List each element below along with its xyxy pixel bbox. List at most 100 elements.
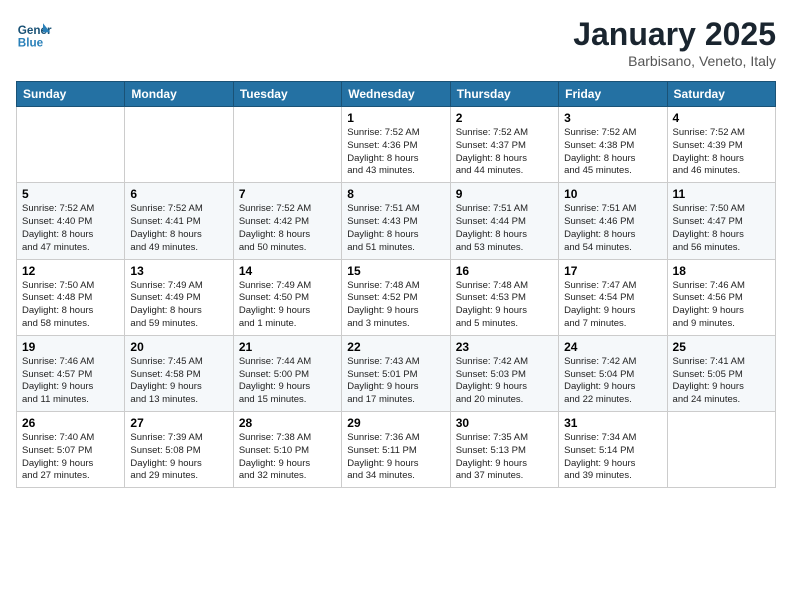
day-info: Sunrise: 7:49 AM Sunset: 4:50 PM Dayligh…	[239, 280, 336, 331]
week-row-3: 12Sunrise: 7:50 AM Sunset: 4:48 PM Dayli…	[17, 259, 776, 335]
svg-text:Blue: Blue	[18, 37, 44, 50]
day-cell: 15 Sunrise: 7:48 AM Sunset: 4:52 PM Dayli…	[342, 259, 450, 335]
day-number: 10	[564, 187, 661, 201]
day-cell: 7Sunrise: 7:52 AM Sunset: 4:42 PM Daylig…	[233, 183, 341, 259]
day-info: Sunrise: 7:52 AM Sunset: 4:40 PM Dayligh…	[22, 203, 119, 254]
day-cell: 1 Sunrise: 7:52 AM Sunset: 4:36 PM Daylig…	[342, 107, 450, 183]
day-cell	[125, 107, 233, 183]
day-number: 24	[564, 340, 661, 354]
day-cell: 6 Sunrise: 7:52 AM Sunset: 4:41 PM Daylig…	[125, 183, 233, 259]
weekday-header-tuesday: Tuesday	[233, 82, 341, 107]
day-cell: 10 Sunrise: 7:51 AM Sunset: 4:46 PM Dayli…	[559, 183, 667, 259]
day-number: 26	[22, 416, 119, 430]
day-info: Sunrise: 7:39 AM Sunset: 5:08 PM Dayligh…	[130, 432, 227, 483]
week-row-4: 19 Sunrise: 7:46 AM Sunset: 4:57 PM Dayli…	[17, 335, 776, 411]
weekday-header-row: SundayMondayTuesdayWednesdayThursdayFrid…	[17, 82, 776, 107]
day-number: 30	[456, 416, 553, 430]
weekday-header-monday: Monday	[125, 82, 233, 107]
weekday-header-friday: Friday	[559, 82, 667, 107]
day-cell: 28 Sunrise: 7:38 AM Sunset: 5:10 PM Dayli…	[233, 412, 341, 488]
day-cell: 13Sunrise: 7:49 AM Sunset: 4:49 PM Dayli…	[125, 259, 233, 335]
day-info: Sunrise: 7:51 AM Sunset: 4:44 PM Dayligh…	[456, 203, 553, 254]
day-info: Sunrise: 7:51 AM Sunset: 4:46 PM Dayligh…	[564, 203, 661, 254]
day-info: Sunrise: 7:47 AM Sunset: 4:54 PM Dayligh…	[564, 280, 661, 331]
day-cell: 23Sunrise: 7:42 AM Sunset: 5:03 PM Dayli…	[450, 335, 558, 411]
day-info: Sunrise: 7:52 AM Sunset: 4:42 PM Dayligh…	[239, 203, 336, 254]
weekday-header-sunday: Sunday	[17, 82, 125, 107]
day-cell: 8 Sunrise: 7:51 AM Sunset: 4:43 PM Daylig…	[342, 183, 450, 259]
day-cell: 19 Sunrise: 7:46 AM Sunset: 4:57 PM Dayli…	[17, 335, 125, 411]
day-number: 19	[22, 340, 119, 354]
day-number: 22	[347, 340, 444, 354]
day-cell: 4Sunrise: 7:52 AM Sunset: 4:39 PM Daylig…	[667, 107, 775, 183]
day-number: 18	[673, 264, 770, 278]
day-number: 28	[239, 416, 336, 430]
day-cell	[667, 412, 775, 488]
day-number: 27	[130, 416, 227, 430]
day-number: 25	[673, 340, 770, 354]
day-info: Sunrise: 7:34 AM Sunset: 5:14 PM Dayligh…	[564, 432, 661, 483]
day-number: 20	[130, 340, 227, 354]
day-number: 2	[456, 111, 553, 125]
day-info: Sunrise: 7:41 AM Sunset: 5:05 PM Dayligh…	[673, 356, 770, 407]
day-info: Sunrise: 7:35 AM Sunset: 5:13 PM Dayligh…	[456, 432, 553, 483]
month-title: January 2025	[573, 16, 776, 53]
day-number: 16	[456, 264, 553, 278]
location-subtitle: Barbisano, Veneto, Italy	[573, 53, 776, 69]
day-number: 8	[347, 187, 444, 201]
day-number: 3	[564, 111, 661, 125]
day-info: Sunrise: 7:49 AM Sunset: 4:49 PM Dayligh…	[130, 280, 227, 331]
header: General Blue January 2025 Barbisano, Ven…	[16, 16, 776, 69]
day-number: 1	[347, 111, 444, 125]
day-number: 6	[130, 187, 227, 201]
day-cell: 16Sunrise: 7:48 AM Sunset: 4:53 PM Dayli…	[450, 259, 558, 335]
week-row-2: 5Sunrise: 7:52 AM Sunset: 4:40 PM Daylig…	[17, 183, 776, 259]
day-number: 11	[673, 187, 770, 201]
logo-icon: General Blue	[16, 16, 52, 52]
day-info: Sunrise: 7:46 AM Sunset: 4:57 PM Dayligh…	[22, 356, 119, 407]
week-row-5: 26 Sunrise: 7:40 AM Sunset: 5:07 PM Dayli…	[17, 412, 776, 488]
week-row-1: 1 Sunrise: 7:52 AM Sunset: 4:36 PM Daylig…	[17, 107, 776, 183]
day-info: Sunrise: 7:46 AM Sunset: 4:56 PM Dayligh…	[673, 280, 770, 331]
day-number: 29	[347, 416, 444, 430]
weekday-header-thursday: Thursday	[450, 82, 558, 107]
weekday-header-wednesday: Wednesday	[342, 82, 450, 107]
day-number: 15	[347, 264, 444, 278]
weekday-header-saturday: Saturday	[667, 82, 775, 107]
day-number: 31	[564, 416, 661, 430]
day-info: Sunrise: 7:50 AM Sunset: 4:47 PM Dayligh…	[673, 203, 770, 254]
day-cell: 11 Sunrise: 7:50 AM Sunset: 4:47 PM Dayli…	[667, 183, 775, 259]
logo: General Blue	[16, 16, 52, 52]
day-info: Sunrise: 7:52 AM Sunset: 4:38 PM Dayligh…	[564, 127, 661, 178]
day-cell: 27 Sunrise: 7:39 AM Sunset: 5:08 PM Dayli…	[125, 412, 233, 488]
day-cell: 2 Sunrise: 7:52 AM Sunset: 4:37 PM Daylig…	[450, 107, 558, 183]
day-info: Sunrise: 7:45 AM Sunset: 4:58 PM Dayligh…	[130, 356, 227, 407]
day-number: 4	[673, 111, 770, 125]
day-cell: 26 Sunrise: 7:40 AM Sunset: 5:07 PM Dayli…	[17, 412, 125, 488]
title-block: January 2025 Barbisano, Veneto, Italy	[573, 16, 776, 69]
day-info: Sunrise: 7:38 AM Sunset: 5:10 PM Dayligh…	[239, 432, 336, 483]
day-number: 21	[239, 340, 336, 354]
day-info: Sunrise: 7:50 AM Sunset: 4:48 PM Dayligh…	[22, 280, 119, 331]
day-number: 17	[564, 264, 661, 278]
page: General Blue January 2025 Barbisano, Ven…	[0, 0, 792, 612]
day-info: Sunrise: 7:52 AM Sunset: 4:36 PM Dayligh…	[347, 127, 444, 178]
day-info: Sunrise: 7:48 AM Sunset: 4:52 PM Dayligh…	[347, 280, 444, 331]
day-info: Sunrise: 7:52 AM Sunset: 4:37 PM Dayligh…	[456, 127, 553, 178]
day-info: Sunrise: 7:52 AM Sunset: 4:41 PM Dayligh…	[130, 203, 227, 254]
day-info: Sunrise: 7:42 AM Sunset: 5:03 PM Dayligh…	[456, 356, 553, 407]
calendar-table: SundayMondayTuesdayWednesdayThursdayFrid…	[16, 81, 776, 488]
day-info: Sunrise: 7:44 AM Sunset: 5:00 PM Dayligh…	[239, 356, 336, 407]
day-info: Sunrise: 7:36 AM Sunset: 5:11 PM Dayligh…	[347, 432, 444, 483]
day-cell: 9Sunrise: 7:51 AM Sunset: 4:44 PM Daylig…	[450, 183, 558, 259]
day-info: Sunrise: 7:42 AM Sunset: 5:04 PM Dayligh…	[564, 356, 661, 407]
day-cell: 24 Sunrise: 7:42 AM Sunset: 5:04 PM Dayli…	[559, 335, 667, 411]
day-cell: 30 Sunrise: 7:35 AM Sunset: 5:13 PM Dayli…	[450, 412, 558, 488]
day-cell: 31 Sunrise: 7:34 AM Sunset: 5:14 PM Dayli…	[559, 412, 667, 488]
day-info: Sunrise: 7:40 AM Sunset: 5:07 PM Dayligh…	[22, 432, 119, 483]
day-cell: 29 Sunrise: 7:36 AM Sunset: 5:11 PM Dayli…	[342, 412, 450, 488]
day-cell: 22Sunrise: 7:43 AM Sunset: 5:01 PM Dayli…	[342, 335, 450, 411]
day-cell: 17 Sunrise: 7:47 AM Sunset: 4:54 PM Dayli…	[559, 259, 667, 335]
day-cell: 20 Sunrise: 7:45 AM Sunset: 4:58 PM Dayli…	[125, 335, 233, 411]
day-info: Sunrise: 7:51 AM Sunset: 4:43 PM Dayligh…	[347, 203, 444, 254]
